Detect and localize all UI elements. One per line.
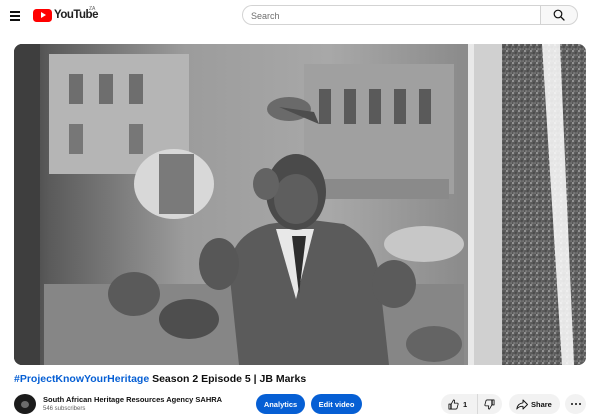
share-icon bbox=[516, 399, 528, 409]
more-dot-icon bbox=[574, 403, 577, 405]
more-actions-button[interactable] bbox=[565, 394, 586, 414]
masthead: YouTube ZA bbox=[0, 0, 589, 32]
share-button[interactable]: Share bbox=[509, 394, 560, 414]
search-icon bbox=[553, 9, 565, 21]
video-title: #ProjectKnowYourHeritage Season 2 Episod… bbox=[14, 373, 306, 385]
dislike-button[interactable] bbox=[477, 394, 502, 414]
more-dot-icon bbox=[570, 403, 573, 405]
search-input[interactable] bbox=[251, 9, 531, 22]
title-hashtag-link[interactable]: #ProjectKnowYourHeritage bbox=[14, 373, 149, 385]
search-bar bbox=[242, 5, 578, 25]
channel-name[interactable]: South African Heritage Resources Agency … bbox=[43, 395, 222, 404]
analytics-button[interactable]: Analytics bbox=[256, 394, 305, 414]
like-button[interactable]: 1 bbox=[441, 394, 477, 414]
thumbs-down-icon bbox=[484, 399, 495, 409]
subscriber-count: 546 subscribers bbox=[43, 406, 86, 412]
channel-avatar[interactable] bbox=[14, 394, 36, 414]
video-frame bbox=[14, 44, 586, 365]
country-code: ZA bbox=[89, 6, 96, 12]
like-count: 1 bbox=[463, 399, 468, 409]
menu-icon[interactable] bbox=[6, 6, 24, 24]
edit-video-button[interactable]: Edit video bbox=[311, 394, 362, 414]
share-label: Share bbox=[531, 399, 552, 409]
video-player[interactable] bbox=[14, 44, 586, 365]
title-text: Season 2 Episode 5 | JB Marks bbox=[149, 373, 307, 385]
thumbs-up-icon bbox=[448, 399, 459, 409]
youtube-play-icon bbox=[33, 8, 52, 22]
search-button[interactable] bbox=[540, 5, 578, 25]
search-box bbox=[242, 5, 542, 25]
more-dot-icon bbox=[578, 403, 581, 405]
